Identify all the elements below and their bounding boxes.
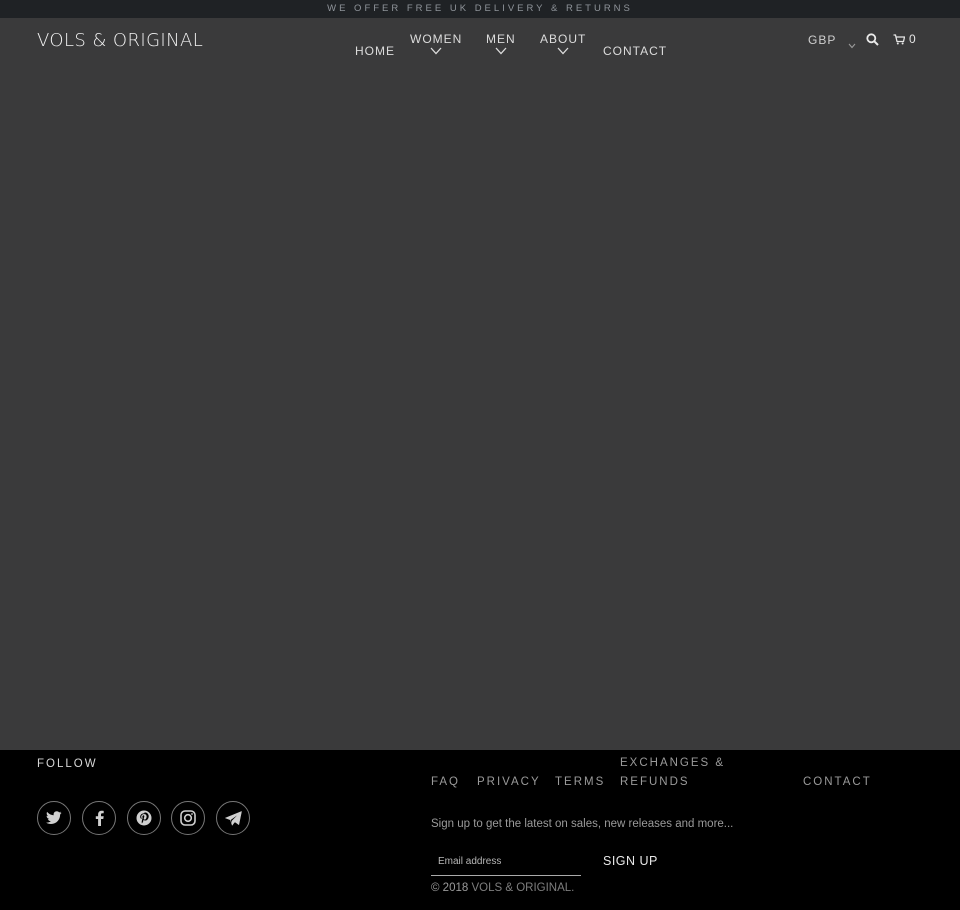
chevron-down-icon[interactable] <box>430 47 442 55</box>
site-header: VOLS & ORIGINAL HOME WOMEN MEN ABOUT CON… <box>0 18 960 68</box>
nav-contact-label: CONTACT <box>603 44 668 58</box>
nav-men-label: MEN <box>486 32 516 46</box>
copyright-brand-link[interactable]: VOLS & ORIGINAL. <box>471 882 574 894</box>
nav-home[interactable]: HOME <box>355 44 395 58</box>
footer-link-contact[interactable]: CONTACT <box>803 773 872 792</box>
chevron-down-icon[interactable] <box>495 47 507 55</box>
nav-women[interactable]: WOMEN <box>410 32 462 55</box>
footer-link-privacy[interactable]: PRIVACY <box>477 773 541 792</box>
currency-selector[interactable]: GBP <box>808 33 856 49</box>
cart-link[interactable]: 0 <box>893 32 916 46</box>
nav-men[interactable]: MEN <box>486 32 516 55</box>
currency-value: GBP <box>808 33 837 47</box>
footer-link-exchanges-line2: REFUNDS <box>620 776 690 788</box>
telegram-icon[interactable] <box>216 801 250 835</box>
site-logo[interactable]: VOLS & ORIGINAL <box>37 30 203 51</box>
follow-heading: FOLLOW <box>37 758 98 770</box>
announcement-text: WE OFFER FREE UK DELIVERY & RETURNS <box>327 3 633 14</box>
instagram-icon[interactable] <box>171 801 205 835</box>
facebook-icon[interactable] <box>82 801 116 835</box>
announcement-bar: WE OFFER FREE UK DELIVERY & RETURNS <box>0 0 960 18</box>
pinterest-icon[interactable] <box>127 801 161 835</box>
footer-link-terms[interactable]: TERMS <box>555 773 605 792</box>
cart-count: 0 <box>909 32 916 46</box>
nav-contact[interactable]: CONTACT <box>603 44 667 58</box>
nav-about-label: ABOUT <box>540 32 587 46</box>
email-field[interactable] <box>431 847 581 876</box>
footer-link-faq[interactable]: FAQ <box>431 773 460 792</box>
chevron-down-icon[interactable] <box>557 47 569 55</box>
footer-link-exchanges[interactable]: EXCHANGES & REFUNDS <box>620 754 725 792</box>
sign-up-button[interactable]: SIGN UP <box>603 854 658 868</box>
site-footer: FOLLOW FAQ PRIVACY TERMS EXCHANGES & REF… <box>0 750 960 910</box>
copyright-year: © 2018 <box>431 882 469 894</box>
search-icon[interactable] <box>866 33 879 46</box>
nav-home-label: HOME <box>355 44 395 58</box>
footer-link-exchanges-line1: EXCHANGES & <box>620 757 726 769</box>
nav-women-label: WOMEN <box>410 32 463 46</box>
cart-icon <box>893 33 905 45</box>
newsletter-description: Sign up to get the latest on sales, new … <box>431 818 734 830</box>
copyright: © 2018 VOLS & ORIGINAL. <box>431 882 574 894</box>
chevron-down-icon <box>848 38 856 49</box>
nav-about[interactable]: ABOUT <box>540 32 586 55</box>
twitter-icon[interactable] <box>37 801 71 835</box>
